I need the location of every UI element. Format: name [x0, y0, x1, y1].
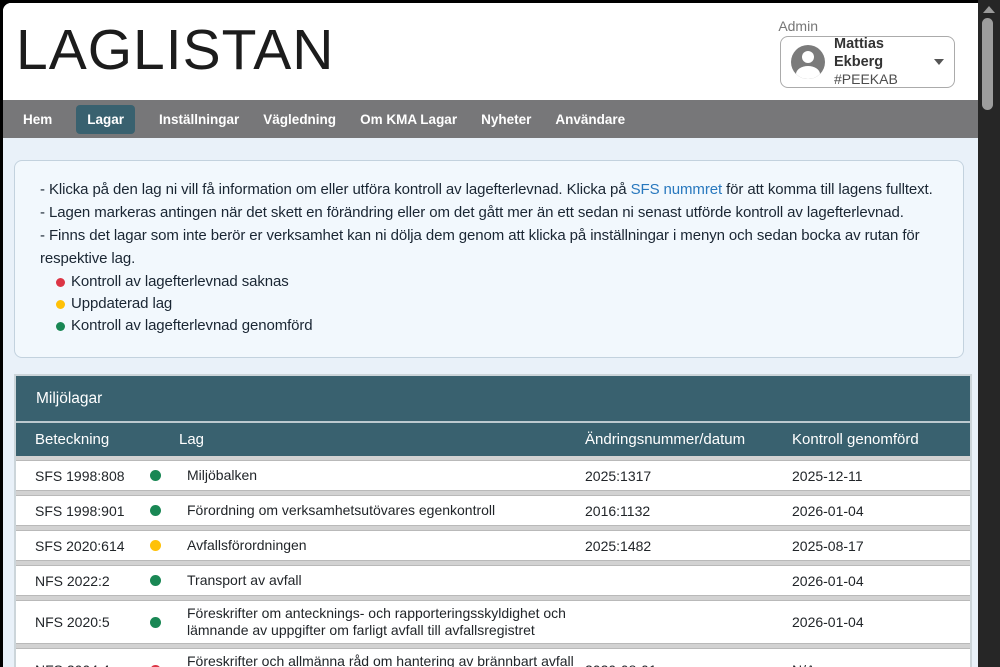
- law-row-sfs-1998-808[interactable]: SFS 1998:808 Miljöbalken2025:13172025-12-…: [16, 460, 970, 491]
- instructions-panel: - Klicka på den lag ni vill få informati…: [14, 160, 964, 358]
- table-title: Miljölagar: [16, 376, 970, 423]
- user-avatar-icon: [791, 45, 825, 79]
- role-label: Admin: [778, 18, 818, 34]
- cell-kontroll: 2025-12-11: [792, 468, 970, 484]
- legend-green-dot-icon: [56, 322, 65, 331]
- nav-item-anv-ndare[interactable]: Användare: [555, 105, 625, 134]
- cell-beteckning[interactable]: SFS 1998:808: [16, 468, 131, 484]
- law-row-nfs-2022-2[interactable]: NFS 2022:2 Transport av avfall 2026-01-04: [16, 565, 970, 596]
- sfs-number-link[interactable]: SFS nummret: [631, 181, 722, 198]
- nav-item-lagar[interactable]: Lagar: [76, 105, 135, 134]
- column-header-andringsnummer: Ändringsnummer/datum: [585, 431, 792, 448]
- law-row-nfs-2020-5[interactable]: NFS 2020:5 Föreskrifter om antecknings- o…: [16, 600, 970, 644]
- cell-beteckning[interactable]: NFS 2020:5: [16, 614, 131, 630]
- status-legend: Kontroll av lagefterlevnad saknasUppdate…: [40, 271, 939, 337]
- chevron-down-icon: [934, 59, 944, 65]
- nav-item-nyheter[interactable]: Nyheter: [481, 105, 531, 134]
- cell-lag: Transport av avfall: [179, 568, 585, 593]
- cell-status: [131, 617, 179, 628]
- cell-kontroll: 2026-01-04: [792, 503, 970, 519]
- legend-label: Kontroll av lagefterlevnad saknas: [71, 271, 289, 293]
- main-nav: Hem Lagar Inställningar Vägledning Om KMA La…: [3, 100, 978, 138]
- cell-status: [131, 470, 179, 481]
- cell-kontroll: 2026-01-04: [792, 573, 970, 589]
- scroll-up-icon[interactable]: [983, 6, 995, 13]
- scrollbar-thumb[interactable]: [982, 18, 993, 110]
- user-menu-button[interactable]: Mattias Ekberg #PEEKAB: [780, 36, 955, 88]
- cell-andringsnummer: 2025:1482: [585, 538, 792, 554]
- cell-lag: Miljöbalken: [179, 463, 585, 488]
- status-green-dot-icon: [150, 575, 161, 586]
- nav-item-v-gledning[interactable]: Vägledning: [263, 105, 336, 134]
- legend-red-dot-icon: [56, 278, 65, 287]
- legend-item-red: Kontroll av lagefterlevnad saknas: [56, 271, 939, 293]
- page-scrollbar[interactable]: [978, 0, 1000, 667]
- cell-andringsnummer: 2025:1317: [585, 468, 792, 484]
- legend-item-green: Kontroll av lagefterlevnad genomförd: [56, 315, 939, 337]
- status-green-dot-icon: [150, 617, 161, 628]
- legend-yellow-dot-icon: [56, 300, 65, 309]
- legend-label: Kontroll av lagefterlevnad genomförd: [71, 315, 313, 337]
- status-yellow-dot-icon: [150, 540, 161, 551]
- law-row-sfs-2020-614[interactable]: SFS 2020:614 Avfallsförordningen2025:1482…: [16, 530, 970, 561]
- instruction-line-2: - Lagen markeras antingen när det skett …: [40, 201, 939, 224]
- app-window: LAGLISTAN Admin Mattias Ekberg #PEEKAB H…: [3, 3, 978, 667]
- column-header-beteckning: Beteckning: [16, 431, 179, 448]
- cell-lag: Förordning om verksamhetsutövares egenko…: [179, 498, 585, 523]
- cell-kontroll: N/A: [792, 662, 970, 667]
- status-green-dot-icon: [150, 505, 161, 516]
- table-body: SFS 1998:808 Miljöbalken2025:13172025-12-…: [16, 460, 970, 667]
- instruction-line-1-post: för att komma till lagens fulltext.: [722, 181, 933, 198]
- cell-lag: Föreskrifter om antecknings- och rapport…: [179, 601, 585, 643]
- instruction-line-1: - Klicka på den lag ni vill få informati…: [40, 178, 939, 201]
- cell-lag: Avfallsförordningen: [179, 533, 585, 558]
- nav-item-om-kma-lagar[interactable]: Om KMA Lagar: [360, 105, 457, 134]
- main-content: - Klicka på den lag ni vill få informati…: [3, 138, 978, 667]
- cell-beteckning[interactable]: NFS 2004:4: [16, 662, 131, 667]
- app-header: LAGLISTAN Admin Mattias Ekberg #PEEKAB: [3, 3, 978, 100]
- status-green-dot-icon: [150, 470, 161, 481]
- nav-item-hem[interactable]: Hem: [23, 105, 52, 134]
- instruction-line-3: - Finns det lagar som inte berör er verk…: [40, 224, 939, 270]
- column-header-kontroll: Kontroll genomförd: [792, 431, 970, 448]
- app-logo: LAGLISTAN: [16, 17, 334, 83]
- cell-kontroll: 2026-01-04: [792, 614, 970, 630]
- user-name: Mattias Ekberg: [834, 35, 930, 71]
- cell-beteckning[interactable]: SFS 2020:614: [16, 538, 131, 554]
- user-company: #PEEKAB: [834, 71, 930, 89]
- user-info: Mattias Ekberg #PEEKAB: [834, 35, 930, 89]
- legend-item-yellow: Uppdaterad lag: [56, 293, 939, 315]
- table-header-row: Beteckning Lag Ändringsnummer/datum Kont…: [16, 423, 970, 456]
- cell-status: [131, 505, 179, 516]
- law-row-nfs-2004-4[interactable]: NFS 2004:4 Föreskrifter och allmänna råd …: [16, 648, 970, 667]
- cell-beteckning[interactable]: SFS 1998:901: [16, 503, 131, 519]
- cell-lag: Föreskrifter och allmänna råd om hanteri…: [179, 649, 585, 667]
- nav-item-inst-llningar[interactable]: Inställningar: [159, 105, 239, 134]
- cell-beteckning[interactable]: NFS 2022:2: [16, 573, 131, 589]
- cell-andringsnummer: 2020-08-01: [585, 662, 792, 667]
- column-header-lag: Lag: [179, 431, 585, 448]
- instruction-line-1-pre: - Klicka på den lag ni vill få informati…: [40, 181, 631, 198]
- law-row-sfs-1998-901[interactable]: SFS 1998:901 Förordning om verksamhetsutö…: [16, 495, 970, 526]
- legend-label: Uppdaterad lag: [71, 293, 172, 315]
- cell-status: [131, 540, 179, 551]
- cell-kontroll: 2025-08-17: [792, 538, 970, 554]
- law-table: Miljölagar Beteckning Lag Ändringsnummer…: [14, 374, 972, 667]
- cell-andringsnummer: 2016:1132: [585, 503, 792, 519]
- cell-status: [131, 575, 179, 586]
